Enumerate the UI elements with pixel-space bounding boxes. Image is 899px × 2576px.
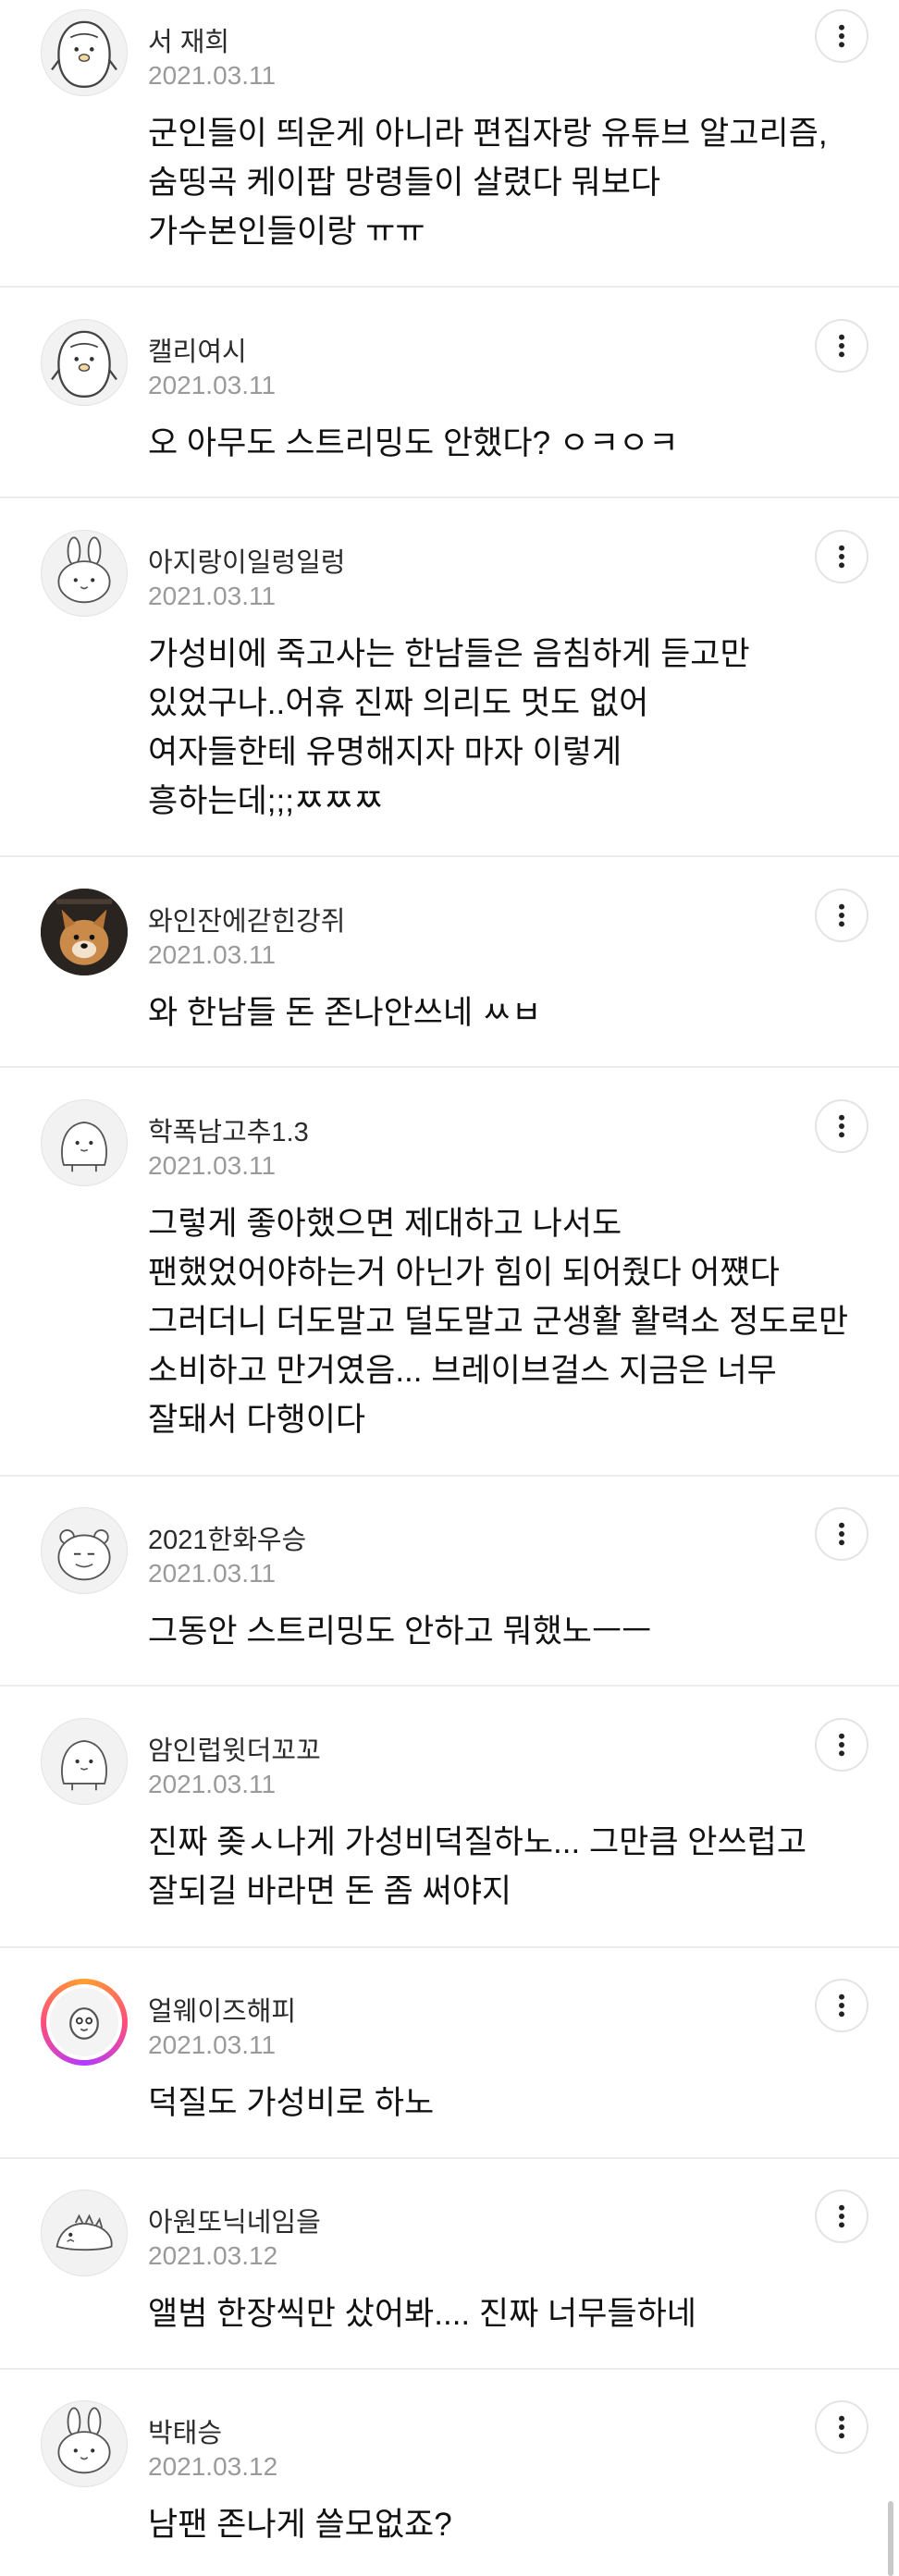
- comment-author[interactable]: 학폭남고추1.3: [148, 1110, 309, 1149]
- avatar-penguin-icon[interactable]: [41, 319, 128, 406]
- comment-date: 2021.03.11: [148, 61, 277, 90]
- comment-date: 2021.03.11: [148, 2030, 277, 2059]
- more-vertical-icon: [839, 1114, 844, 1138]
- comment-date: 2021.03.11: [148, 371, 277, 399]
- comment-date: 2021.03.12: [148, 2452, 278, 2481]
- divider: [0, 855, 899, 857]
- avatar-penguin-icon[interactable]: [41, 9, 128, 96]
- comment-text: 남팬 존나게 쓸모없죠?: [148, 2507, 452, 2543]
- comment-text: 그동안 스트리밍도 안하고 뭐했노ㅡㅡ: [148, 1613, 652, 1650]
- divider: [0, 1685, 899, 1687]
- scrollbar-thumb[interactable]: [888, 2501, 893, 2576]
- divider: [0, 286, 899, 288]
- avatar-rabbit-icon[interactable]: [41, 530, 128, 617]
- avatar-dino-icon[interactable]: [41, 2190, 128, 2276]
- divider: [0, 2157, 899, 2159]
- comment-text: 오 아무도 스트리밍도 안했다? ㅇㅋㅇㅋ: [148, 425, 679, 461]
- more-vertical-icon: [839, 1993, 844, 2018]
- avatar-dog-photo[interactable]: [41, 889, 128, 975]
- divider: [0, 1066, 899, 1068]
- more-vertical-icon: [839, 545, 844, 569]
- comment-author[interactable]: 아지랑이일렁일렁: [148, 541, 345, 580]
- comment-author[interactable]: 2021한화우승: [148, 1518, 306, 1557]
- comment-text: 그렇게 좋아했으면 제대하고 나서도 팬했었어야하는거 아닌가 힘이 되어줬다 …: [148, 1206, 849, 1438]
- comment-author[interactable]: 아원또닉네임을: [148, 2201, 321, 2239]
- more-options-button[interactable]: [815, 319, 868, 373]
- more-vertical-icon: [839, 334, 844, 358]
- comment-text: 덕질도 가성비로 하노: [148, 2085, 435, 2121]
- more-options-button[interactable]: [815, 1507, 868, 1561]
- more-vertical-icon: [839, 903, 844, 927]
- divider: [0, 497, 899, 498]
- comment-author[interactable]: 얼웨이즈해피: [148, 1990, 296, 2029]
- comment-text: 가성비에 죽고사는 한남들은 음침하게 듣고만 있었구나..어휴 진짜 의리도 …: [148, 636, 750, 819]
- more-vertical-icon: [839, 24, 844, 48]
- comment-date: 2021.03.12: [148, 2241, 278, 2270]
- divider: [0, 1946, 899, 1948]
- avatar-inner: [46, 1984, 122, 2060]
- more-vertical-icon: [839, 2415, 844, 2439]
- more-options-button[interactable]: [815, 2190, 868, 2243]
- avatar-bear-icon[interactable]: [41, 1507, 128, 1594]
- more-vertical-icon: [839, 1733, 844, 1757]
- divider: [0, 2368, 899, 2370]
- more-vertical-icon: [839, 1522, 844, 1546]
- comment-author[interactable]: 암인럽윗더꼬꼬: [148, 1729, 321, 1768]
- comment-date: 2021.03.11: [148, 1559, 277, 1588]
- comment-text: 앨범 한장씩만 샀어봐.... 진짜 너무들하네: [148, 2296, 696, 2332]
- comment-author[interactable]: 박태승: [148, 2411, 222, 2450]
- avatar-rabbit-icon[interactable]: [41, 2400, 128, 2487]
- comment-author[interactable]: 서 재희: [148, 20, 229, 59]
- comment-text: 군인들이 띄운게 아니라 편집자랑 유튜브 알고리즘, 숨띵곡 케이팝 망령들이…: [148, 116, 828, 250]
- more-options-button[interactable]: [815, 1979, 868, 2032]
- comment-text: 진짜 좆ㅅ나게 가성비덕질하노... 그만큼 안쓰럽고 잘되길 바라면 돈 좀 …: [148, 1824, 807, 1909]
- divider: [0, 1475, 899, 1477]
- comment-date: 2021.03.11: [148, 1770, 277, 1798]
- avatar-ring-character-icon[interactable]: [41, 1979, 128, 2066]
- more-options-button[interactable]: [815, 9, 868, 63]
- comment-author[interactable]: 와인잔에갇힌강쥐: [148, 900, 345, 938]
- comment-date: 2021.03.11: [148, 582, 277, 610]
- avatar-blob-icon[interactable]: [41, 1718, 128, 1805]
- comment-author[interactable]: 캘리여시: [148, 330, 247, 369]
- comment-text: 와 한남들 돈 존나안쓰네 ㅆㅂ: [148, 995, 542, 1031]
- more-options-button[interactable]: [815, 1099, 868, 1153]
- comment-date: 2021.03.11: [148, 1151, 277, 1180]
- avatar-blob-icon[interactable]: [41, 1099, 128, 1186]
- comment-date: 2021.03.11: [148, 940, 277, 969]
- more-options-button[interactable]: [815, 889, 868, 942]
- more-options-button[interactable]: [815, 1718, 868, 1772]
- more-vertical-icon: [839, 2204, 844, 2228]
- more-options-button[interactable]: [815, 530, 868, 583]
- more-options-button[interactable]: [815, 2400, 868, 2454]
